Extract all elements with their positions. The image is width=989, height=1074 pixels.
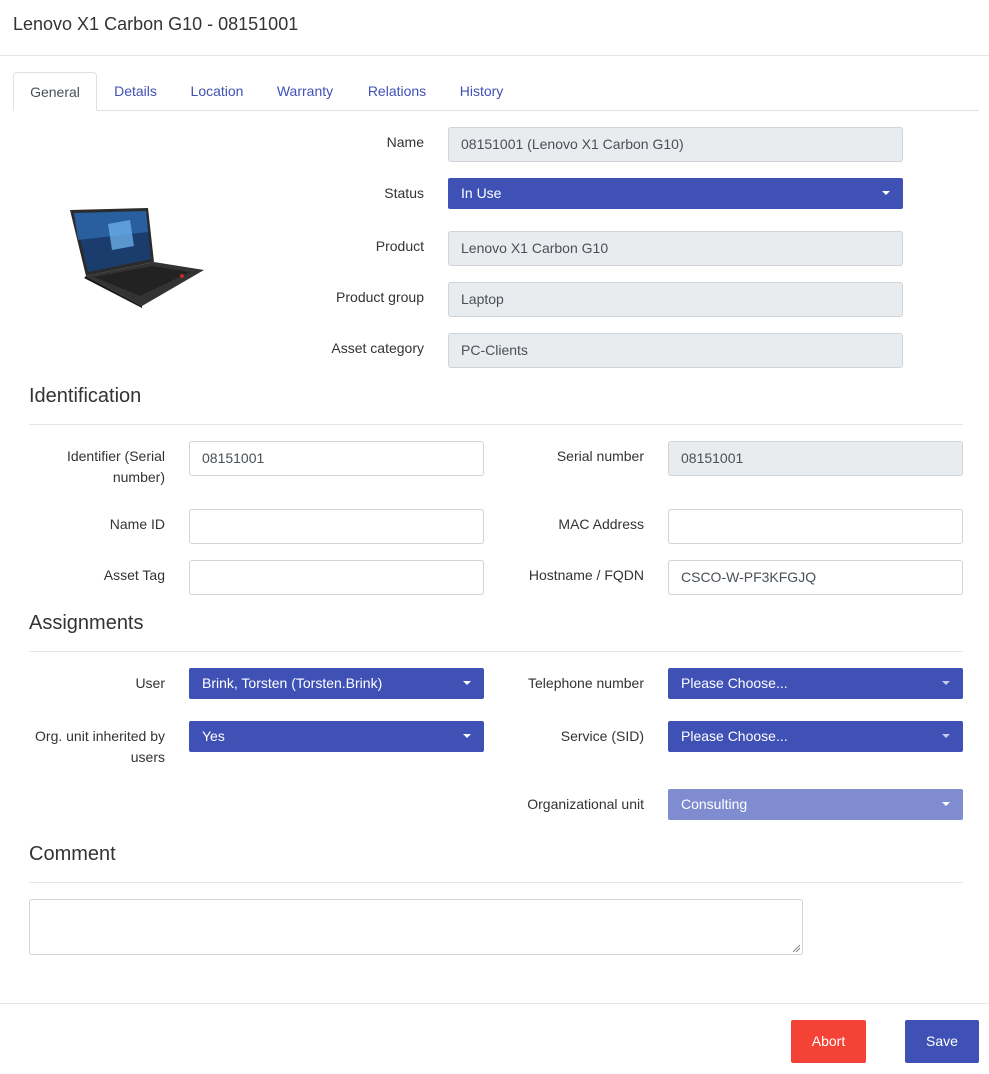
identification-divider	[29, 424, 963, 425]
hostname-input[interactable]: CSCO-W-PF3KFGJQ	[668, 560, 963, 595]
asset-tag-label: Asset Tag	[103, 567, 165, 583]
org-unit-value: Consulting	[681, 796, 748, 812]
assignments-heading: Assignments	[29, 612, 144, 634]
name-field[interactable]: 08151001 (Lenovo X1 Carbon G10)	[448, 127, 903, 162]
hostname-label: Hostname / FQDN	[528, 567, 644, 583]
telephone-select[interactable]: Please Choose...	[668, 668, 963, 699]
status-select[interactable]: In Use	[448, 178, 903, 209]
org-unit-label: Organizational unit	[527, 796, 644, 812]
save-button[interactable]: Save	[905, 1020, 979, 1063]
tab-relations[interactable]: Relations	[363, 72, 431, 111]
chevron-down-icon	[942, 802, 950, 806]
org-inherited-select[interactable]: Yes	[189, 721, 484, 752]
chevron-down-icon	[882, 191, 890, 195]
asset-category-field[interactable]: PC-Clients	[448, 333, 903, 368]
org-inherited-label: Org. unit inherited by users	[35, 728, 165, 765]
tab-location[interactable]: Location	[185, 72, 249, 111]
product-group-label: Product group	[336, 289, 424, 305]
status-label: Status	[384, 185, 424, 201]
laptop-product-image	[64, 204, 208, 310]
chevron-down-icon	[463, 681, 471, 685]
telephone-label: Telephone number	[528, 675, 644, 691]
comment-divider	[29, 882, 963, 883]
service-label: Service (SID)	[560, 728, 644, 744]
asset-category-label: Asset category	[331, 340, 424, 356]
tab-details[interactable]: Details	[108, 72, 163, 111]
tab-warranty[interactable]: Warranty	[272, 72, 338, 111]
name-label: Name	[386, 134, 424, 150]
serial-number-label: Serial number	[556, 448, 644, 464]
org-inherited-value: Yes	[202, 728, 225, 744]
chevron-down-icon	[463, 734, 471, 738]
status-value: In Use	[461, 185, 502, 201]
name-id-label: Name ID	[109, 516, 165, 532]
identifier-label: Identifier (Serial number)	[66, 448, 165, 485]
name-id-input[interactable]	[189, 509, 484, 544]
abort-button[interactable]: Abort	[791, 1020, 866, 1063]
identification-heading: Identification	[29, 385, 142, 407]
modal-title: Lenovo X1 Carbon G10 - 08151001	[13, 14, 299, 34]
tab-history[interactable]: History	[456, 72, 507, 111]
tab-bar: General Details Location Warranty Relati…	[13, 72, 979, 111]
footer-divider	[0, 1003, 989, 1004]
user-label: User	[135, 675, 165, 691]
chevron-down-icon	[942, 681, 950, 685]
service-value: Please Choose...	[681, 728, 788, 744]
asset-tag-input[interactable]	[189, 560, 484, 595]
tab-general[interactable]: General	[13, 72, 97, 111]
user-value: Brink, Torsten (Torsten.Brink)	[202, 675, 383, 691]
assignments-divider	[29, 651, 963, 652]
mac-address-label: MAC Address	[558, 516, 644, 532]
identifier-input[interactable]: 08151001	[189, 441, 484, 476]
serial-number-field[interactable]: 08151001	[668, 441, 963, 476]
product-field[interactable]: Lenovo X1 Carbon G10	[448, 231, 903, 266]
modal-header: Lenovo X1 Carbon G10 - 08151001	[0, 0, 989, 56]
service-select[interactable]: Please Choose...	[668, 721, 963, 752]
mac-address-input[interactable]	[668, 509, 963, 544]
comment-heading: Comment	[29, 843, 116, 865]
chevron-down-icon	[942, 734, 950, 738]
product-label: Product	[375, 238, 424, 254]
product-group-field[interactable]: Laptop	[448, 282, 903, 317]
org-unit-select[interactable]: Consulting	[668, 789, 963, 820]
resize-grip-icon[interactable]	[792, 944, 800, 952]
comment-textarea[interactable]	[29, 899, 803, 955]
telephone-value: Please Choose...	[681, 675, 788, 691]
user-select[interactable]: Brink, Torsten (Torsten.Brink)	[189, 668, 484, 699]
